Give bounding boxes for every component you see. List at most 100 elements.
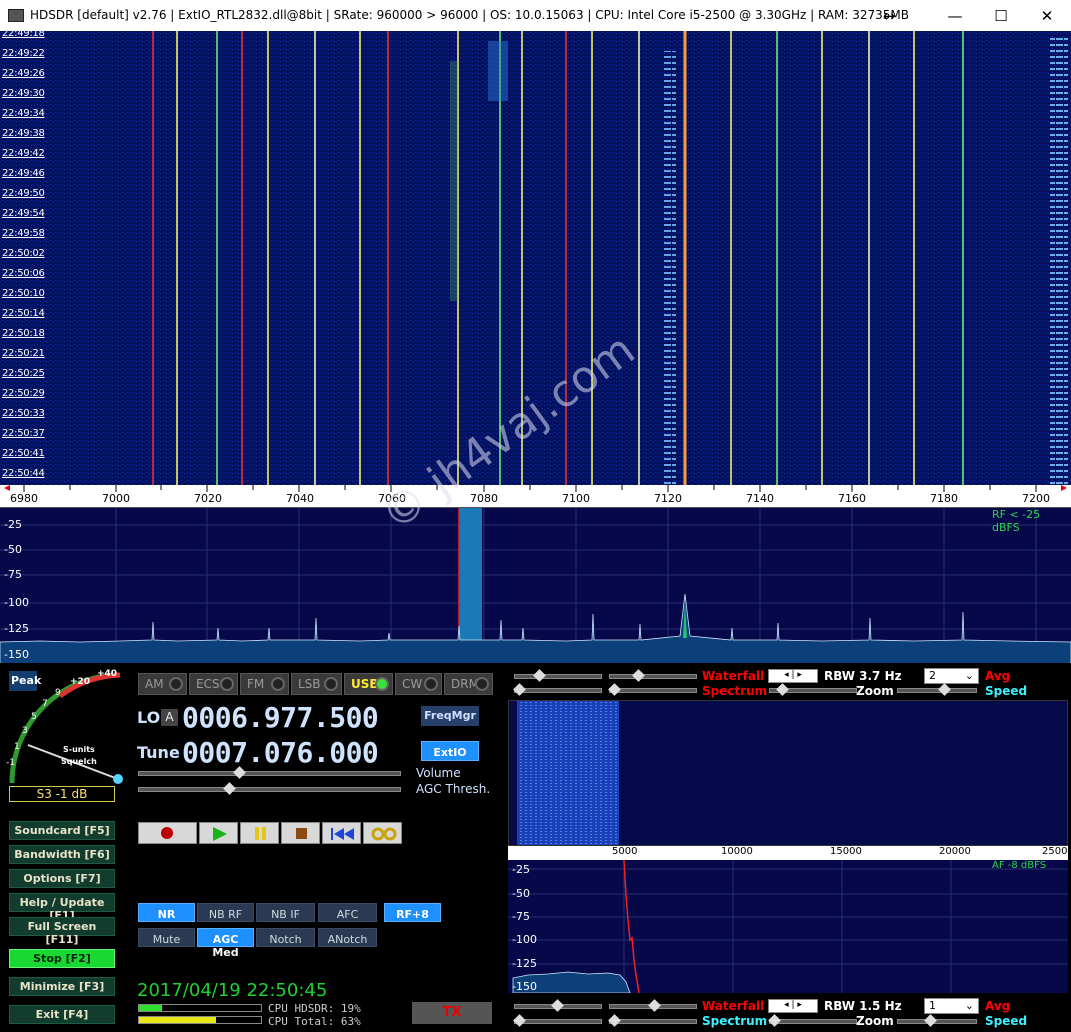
slider-knob[interactable] [648, 999, 661, 1012]
slider-knob[interactable] [551, 999, 564, 1012]
lo-bank-badge[interactable]: A [161, 709, 178, 726]
stop-button[interactable]: Stop [F2] [9, 949, 115, 968]
mode-cw-button[interactable]: CW [395, 673, 442, 695]
extio-button[interactable]: ExtIO [421, 741, 479, 761]
help-update-button[interactable]: Help / Update [F1] [9, 893, 115, 922]
af-waterfall-label: Waterfall [702, 999, 765, 1013]
nb-if-button[interactable]: NB IF [256, 903, 315, 922]
minimize-button[interactable]: — [932, 0, 978, 31]
notch-button[interactable]: Notch [256, 928, 315, 947]
cpu-total-bar [138, 1016, 262, 1024]
slider-knob[interactable] [608, 1014, 621, 1027]
freq-label: 7180 [930, 492, 958, 505]
slider-knob[interactable] [768, 1014, 781, 1027]
af-frequency-scale: 5000 10000 15000 20000 2500 [508, 846, 1068, 860]
rf-level-status: RF < -25 dBFS [992, 508, 1041, 534]
minimize-app-button[interactable]: Minimize [F3] [9, 977, 115, 996]
lo-label: LO [137, 708, 161, 727]
rf-spectrum[interactable]: -25 -50 -75 -100 -125 -150 RF < -25 dBFS [0, 507, 1071, 663]
waterfall-contrast-slider[interactable] [514, 669, 602, 682]
slider-knob[interactable] [513, 1014, 526, 1027]
close-button[interactable]: ✕ [1024, 0, 1070, 31]
slider-knob[interactable] [776, 683, 789, 696]
pause-button[interactable] [240, 822, 279, 844]
freqmgr-button[interactable]: FreqMgr [421, 706, 479, 726]
bandwidth-button[interactable]: Bandwidth [F6] [9, 845, 115, 864]
zoom-slider[interactable] [769, 683, 857, 696]
slider-knob[interactable] [513, 683, 526, 696]
afc-button[interactable]: AFC [318, 903, 377, 922]
rewind-button[interactable] [322, 822, 361, 844]
rbw-spinner[interactable]: ◂ | ▸ [768, 669, 818, 683]
freq-label: 7200 [1022, 492, 1050, 505]
full-screen-button[interactable]: Full Screen [F11] [9, 917, 115, 946]
af-speed-slider[interactable] [897, 1014, 977, 1027]
record-button[interactable] [138, 822, 197, 844]
pause-icon [255, 827, 259, 840]
slider-knob[interactable] [938, 683, 951, 696]
mode-usb-button[interactable]: USB [344, 673, 393, 695]
mode-led-icon [475, 677, 489, 691]
rf-plus8-button[interactable]: RF+8 [384, 903, 441, 922]
volume-slider[interactable] [138, 766, 401, 779]
resize-icon[interactable]: ↔ [866, 0, 912, 31]
mode-am-button[interactable]: AM [138, 673, 187, 695]
slider-knob[interactable] [608, 683, 621, 696]
time-label: 22:49:46 [2, 168, 45, 179]
af-zoom-slider[interactable] [768, 1014, 857, 1027]
frequency-scale[interactable]: 6980 7000 7020 7040 7060 7080 7100 7120 … [0, 485, 1071, 507]
avg-select[interactable]: 2 ⌄ [924, 668, 979, 684]
af-zoom-label: Zoom [856, 1014, 894, 1028]
waterfall-label: Waterfall [702, 669, 765, 683]
mode-ecss-button[interactable]: ECSS [189, 673, 238, 695]
af-avg-select[interactable]: 1 ⌄ [924, 998, 979, 1014]
mode-lsb-button[interactable]: LSB [291, 673, 342, 695]
af-waterfall-brightness-slider[interactable] [609, 999, 697, 1012]
time-label: 22:49:26 [2, 68, 45, 79]
loop-button[interactable] [363, 822, 402, 844]
nr-button[interactable]: NR [138, 903, 195, 922]
smeter-scale-label: 7 [42, 699, 48, 709]
af-spectrum-brightness-slider[interactable] [608, 1014, 697, 1027]
af-waterfall[interactable] [508, 700, 1068, 846]
waterfall-brightness-slider[interactable] [609, 669, 697, 682]
mode-fm-button[interactable]: FM [240, 673, 289, 695]
soundcard-button[interactable]: Soundcard [F5] [9, 821, 115, 840]
smeter-units-label: S-units [63, 745, 95, 754]
stop-icon [296, 828, 307, 839]
smeter-scale-label: -1 [6, 758, 15, 768]
nb-rf-button[interactable]: NB RF [197, 903, 254, 922]
anotch-button[interactable]: ANotch [318, 928, 377, 947]
freq-label: 7000 [102, 492, 130, 505]
maximize-button[interactable]: ☐ [978, 0, 1024, 31]
zoom-label: Zoom [856, 684, 894, 698]
af-spectrum[interactable]: -25 -50 -75 -100 -125 -150 AF -8 dBFS [508, 860, 1068, 993]
s-meter [9, 672, 123, 784]
smeter-scale-label: 1 [14, 742, 20, 752]
play-button[interactable] [199, 822, 238, 844]
freq-label: 7100 [562, 492, 590, 505]
speed-slider[interactable] [897, 683, 977, 696]
tune-frequency[interactable]: 0007.076.000 [182, 736, 379, 769]
slider-knob[interactable] [924, 1014, 937, 1027]
time-label: 22:50:02 [2, 248, 45, 259]
spectrum-contrast-slider[interactable] [513, 683, 602, 696]
tx-button[interactable]: TX [412, 1002, 492, 1024]
agc-threshold-slider[interactable] [138, 782, 401, 795]
slider-knob[interactable] [533, 669, 546, 682]
options-button[interactable]: Options [F7] [9, 869, 115, 888]
mute-button[interactable]: Mute [138, 928, 195, 947]
stop-playback-button[interactable] [281, 822, 320, 844]
freq-label: 7120 [654, 492, 682, 505]
spectrum-brightness-slider[interactable] [608, 683, 697, 696]
af-waterfall-contrast-slider[interactable] [514, 999, 602, 1012]
mode-drm-button[interactable]: DRM [444, 673, 493, 695]
slider-knob[interactable] [632, 669, 645, 682]
af-rbw-spinner[interactable]: ◂ | ▸ [768, 999, 818, 1013]
af-spectrum-contrast-slider[interactable] [513, 1014, 602, 1027]
agc-mode-button[interactable]: AGC Med [197, 928, 254, 959]
exit-button[interactable]: Exit [F4] [9, 1005, 115, 1024]
lo-frequency[interactable]: 0006.977.500 [182, 701, 379, 734]
datetime-display: 2017/04/19 22:50:45 [137, 980, 328, 1001]
af-db-label: -150 [512, 980, 537, 993]
